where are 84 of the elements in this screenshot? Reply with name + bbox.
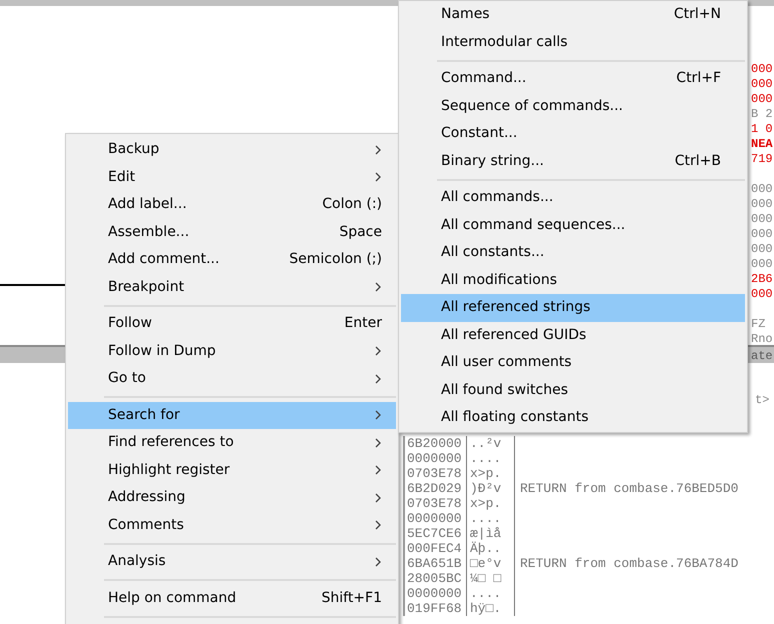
shortcut-label: Space — [339, 222, 382, 242]
address-cell: 0000000 — [403, 511, 467, 526]
text-fragment: 000 — [751, 227, 773, 241]
menu-item[interactable]: All referenced GUIDs — [401, 322, 745, 349]
menu-item[interactable]: Highlight register — [68, 456, 396, 484]
menu-item[interactable]: Names Ctrl+N — [401, 1, 745, 28]
menu-item[interactable]: Follow in Dump — [68, 338, 396, 365]
text-fragment: 000 — [751, 212, 773, 226]
column-header: ate — [751, 348, 773, 365]
menu-item[interactable]: Binary string... Ctrl+B — [401, 148, 745, 175]
shortcut-label: Colon (:) — [322, 195, 382, 214]
text-fragment: 000 — [751, 182, 773, 196]
ascii-cell: x>p. — [467, 466, 515, 481]
text-fragment: 1 0 — [751, 122, 773, 136]
ascii-cell: ..²v — [467, 436, 515, 451]
address-cell: 0703E78 — [403, 466, 467, 481]
ascii-cell: .... — [467, 586, 515, 601]
text-fragment: Rno — [751, 332, 773, 346]
ascii-cell: hÿ□. — [467, 601, 515, 616]
menu-item[interactable]: All floating constants — [401, 404, 745, 432]
menu-item[interactable]: Add comment... Semicolon (;) — [68, 246, 396, 274]
menu-item[interactable]: Comments — [68, 512, 396, 539]
address-cell: 6B2D029 — [403, 481, 467, 496]
menu-item[interactable]: All user comments — [401, 349, 745, 376]
text-fragment: 000 — [751, 77, 773, 91]
ascii-cell: Äþ.. — [467, 541, 515, 556]
menu-item[interactable]: Search for — [68, 402, 396, 429]
address-cell: 6B20000 — [403, 436, 467, 451]
text-fragment: 000 — [751, 62, 773, 76]
ascii-cell: æ|ìå — [467, 526, 515, 541]
ascii-cell: .... — [467, 511, 515, 526]
menu-item[interactable]: Backup — [68, 136, 396, 164]
address-cell: 0000000 — [403, 586, 467, 601]
text-fragment: 2B6 — [751, 272, 773, 286]
menu-item[interactable]: Analysis — [68, 548, 396, 576]
menu-item[interactable]: All commands... — [401, 184, 745, 212]
menu-item[interactable]: Add label... Colon (:) — [68, 191, 396, 218]
menu-item[interactable]: Find references to — [68, 429, 396, 456]
address-cell: 6BA651B — [403, 556, 467, 571]
shortcut-label: Shift+F1 — [321, 588, 382, 608]
shortcut-label: Ctrl+F — [676, 69, 721, 88]
ascii-cell: x>p. — [467, 496, 515, 511]
shortcut-label: Enter — [344, 314, 382, 334]
text-fragment: t> — [755, 392, 770, 409]
text-fragment: FZ — [751, 317, 766, 331]
address-cell: 000FEC4 — [403, 541, 467, 556]
menu-item[interactable]: Constant... — [401, 120, 745, 148]
menu-item[interactable]: All found switches — [401, 376, 745, 404]
address-cell: 28005BC — [403, 571, 467, 586]
text-fragment: 000 — [751, 287, 773, 301]
menu-item[interactable]: Addressing — [68, 484, 396, 512]
text-fragment: B 2 — [751, 107, 773, 121]
address-cell: 5EC7CE6 — [403, 526, 467, 541]
shortcut-label: Ctrl+B — [674, 152, 721, 171]
address-cell: 0703E78 — [403, 496, 467, 511]
menu-item[interactable]: Breakpoint — [68, 274, 396, 301]
menu-item[interactable]: All referenced strings — [401, 294, 745, 322]
menu-item[interactable]: Edit — [68, 164, 396, 191]
address-cell: 0000000 — [403, 451, 467, 466]
menu-item[interactable]: Help on command Shift+F1 — [68, 584, 396, 612]
text-fragment: 000 — [751, 257, 773, 271]
menu-item[interactable]: Go to — [68, 365, 396, 392]
shortcut-label: Ctrl+N — [674, 5, 721, 24]
ascii-cell: □e°v — [467, 556, 515, 571]
text-fragment: 000 — [751, 197, 773, 211]
menu-item[interactable]: Follow Enter — [68, 310, 396, 338]
ascii-cell: )Ð²v — [467, 481, 515, 496]
menu-item[interactable]: Command... Ctrl+F — [401, 65, 745, 92]
text-fragment: 000 — [751, 92, 773, 106]
menu-item[interactable]: Sequence of commands... — [401, 92, 745, 120]
menu-item[interactable]: Intermodular calls — [401, 28, 745, 56]
menu-item[interactable]: Assemble... Space — [68, 218, 396, 246]
menu-item[interactable]: All modifications — [401, 266, 745, 294]
shortcut-label: Semicolon (;) — [289, 250, 382, 270]
comment-cell-text: RETURN from combase.76BED5D0 — [519, 481, 738, 496]
text-fragment: NEA — [751, 137, 773, 151]
ascii-cell: .... — [467, 451, 515, 466]
menu-item[interactable]: All constants... — [401, 239, 745, 266]
text-fragment: 719 — [751, 152, 773, 166]
ascii-cell: ¼□ □ — [467, 571, 515, 586]
text-fragment: 000 — [751, 242, 773, 256]
menu-item[interactable]: All command sequences... — [401, 212, 745, 239]
comment-cell-text: RETURN from combase.76BA784D — [519, 556, 738, 571]
address-cell: 019FF68 — [403, 601, 467, 616]
